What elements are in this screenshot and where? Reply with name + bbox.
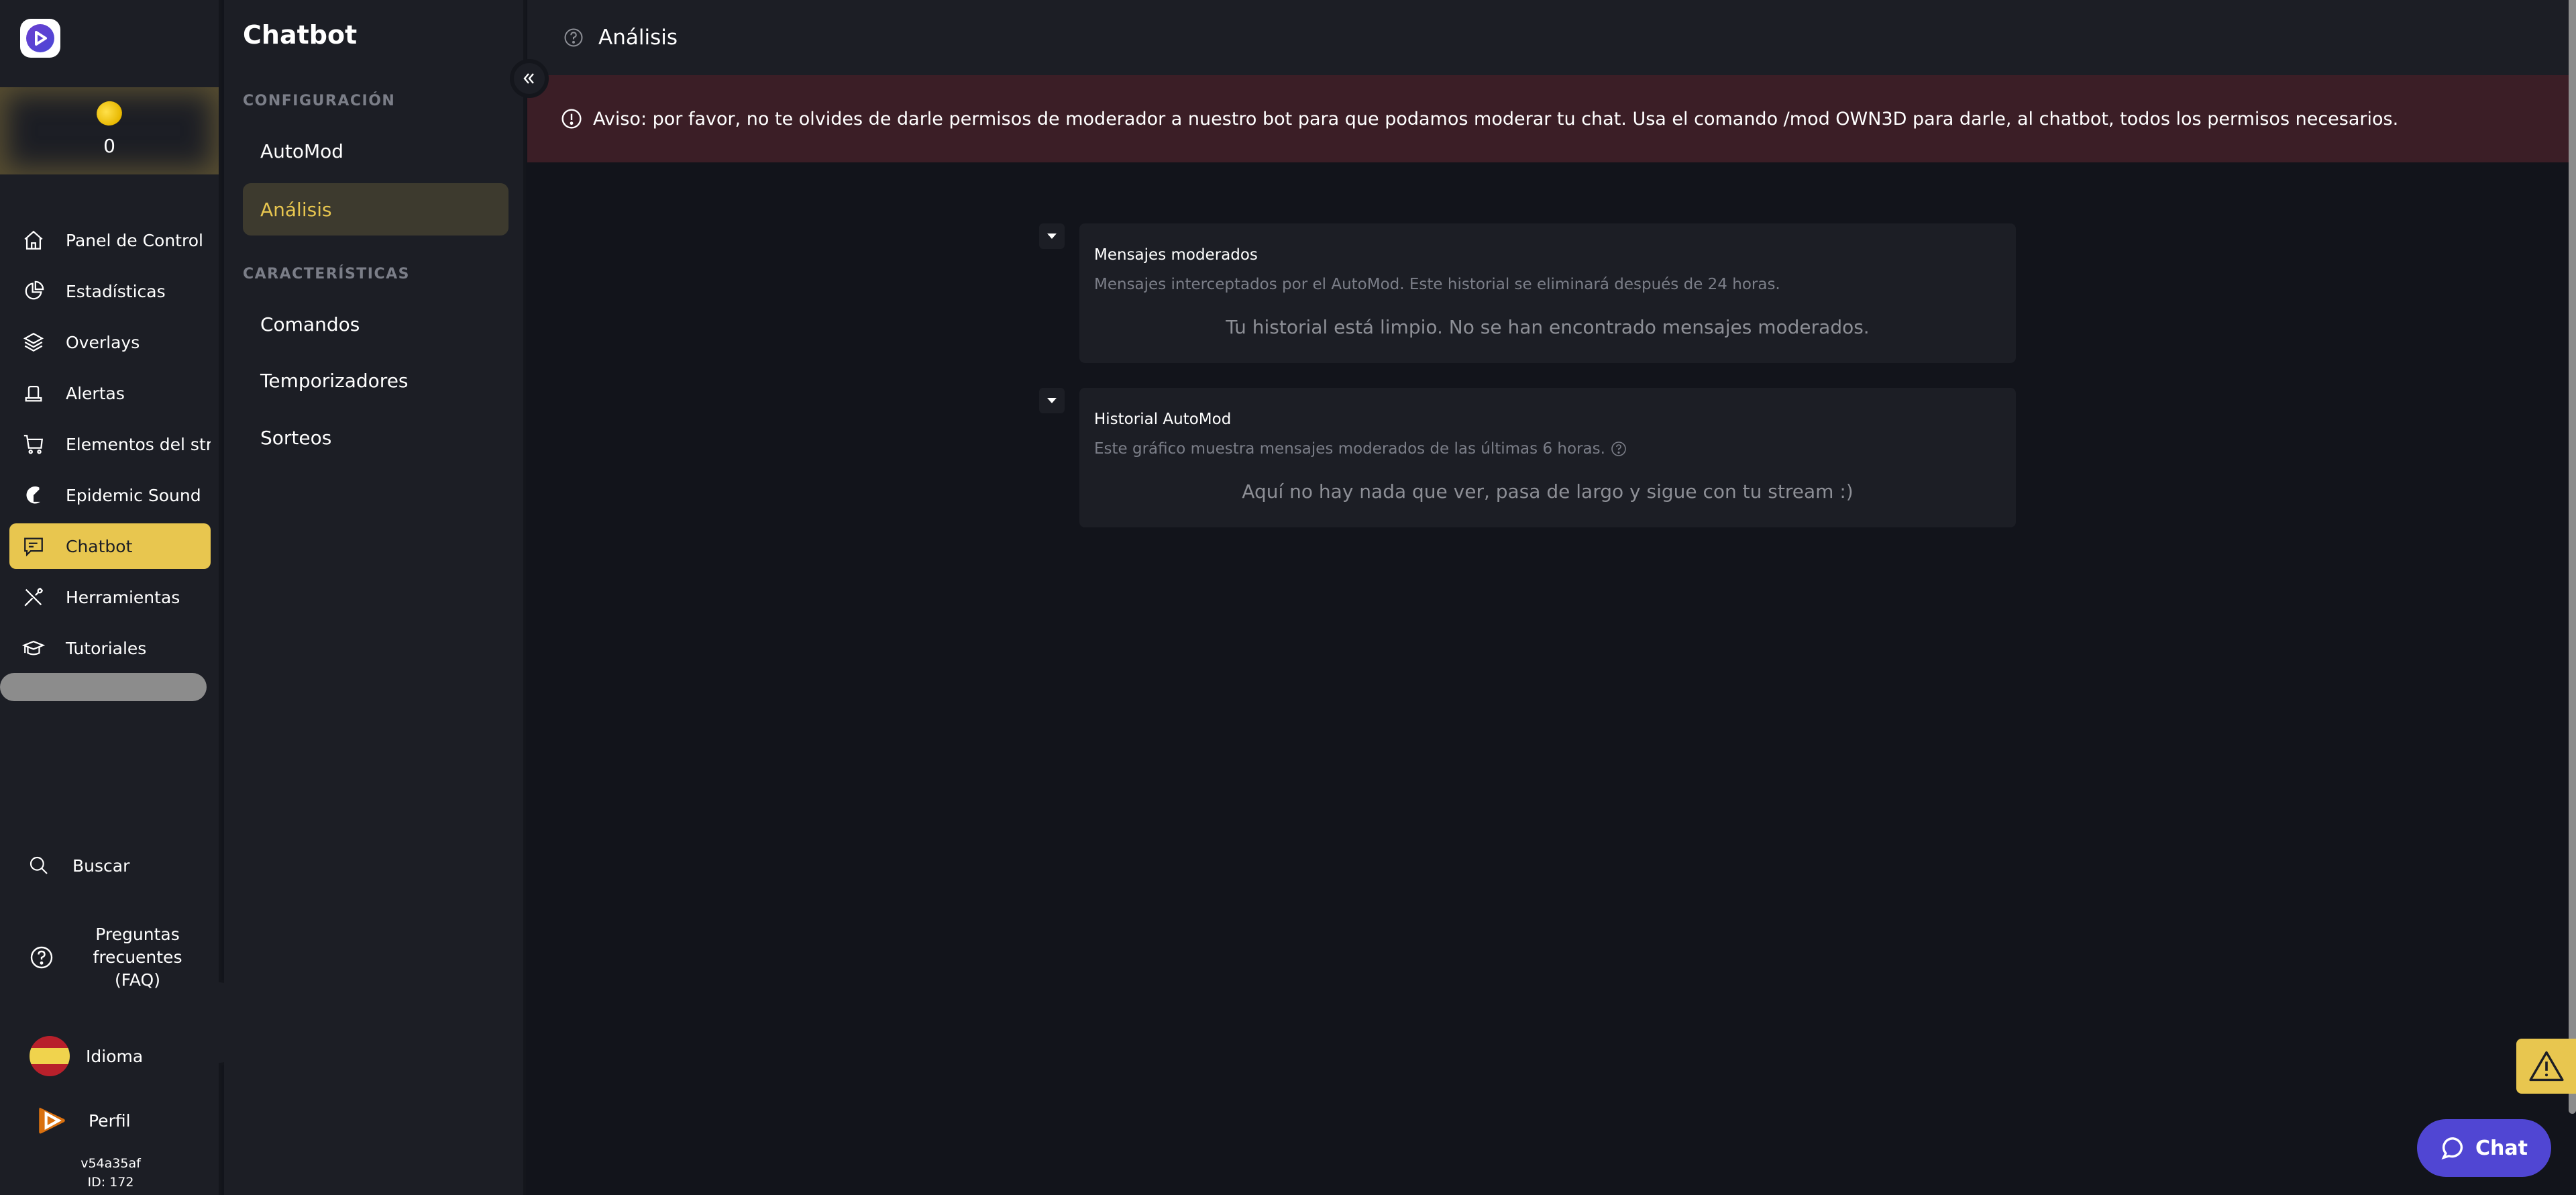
nav-item-alertas[interactable]: Alertas [9,370,211,416]
help-icon[interactable] [1611,441,1627,457]
alert-circle-icon [561,108,582,129]
page-header: Análisis [527,0,2569,75]
chatbot-subsidebar: Chatbot CONFIGURACIÓN AutoMod Análisis C… [224,0,526,1195]
warning-triangle-icon [2528,1051,2564,1082]
page-scrollbar[interactable] [2569,0,2576,1114]
coin-icon [93,98,125,128]
version-info: v54a35af ID: 172 [0,1154,221,1192]
nav-item-epidemic-sound[interactable]: Epidemic Sound [9,472,211,518]
language-label: Idioma [86,1046,144,1066]
chat-message-icon [20,533,47,560]
subsidebar-collapse-button[interactable] [510,59,549,98]
warning-button[interactable] [2516,1039,2576,1094]
home-icon [20,227,47,254]
graduation-cap-icon [20,635,47,662]
warning-banner: Aviso: por favor, no te olvides de darle… [527,75,2569,162]
faq-line: Preguntas [95,925,180,944]
main-nav: Panel de Control Estadísticas Overlays A… [0,217,219,676]
coin-balance[interactable]: 0 [0,87,219,174]
subnav-item-temporizadores[interactable]: Temporizadores [243,354,508,407]
nav-item-overlays[interactable]: Overlays [9,319,211,365]
version-text: v54a35af [80,1156,141,1171]
cart-icon [20,431,47,458]
card-subtitle: Mensajes interceptados por el AutoMod. E… [1094,276,1780,293]
coin-value: 0 [103,134,115,157]
faq-line: (FAQ) [115,970,160,990]
nav-item-tutoriales[interactable]: Tutoriales [9,625,211,671]
nav-label: Tutoriales [66,638,147,658]
nav-item-estadisticas[interactable]: Estadísticas [9,268,211,314]
nav-label: Chatbot [66,536,133,556]
subnav-item-sorteos[interactable]: Sorteos [243,411,508,464]
chat-label: Chat [2475,1136,2528,1160]
nav-label: Epidemic Sound [66,485,201,505]
warning-text: Aviso: por favor, no te olvides de darle… [593,108,2399,129]
collapse-toggle-mensajes-moderados[interactable] [1039,223,1065,249]
main-sidebar: 0 Panel de Control Estadísticas Overlays… [0,0,221,1195]
profile-avatar-icon [35,1104,68,1137]
language-button[interactable]: Idioma [0,1036,219,1076]
nav-label: Elementos del strea [66,434,211,454]
main-content: Análisis Aviso: por favor, no te olvides… [527,0,2569,1195]
search-label: Buscar [72,855,130,876]
nav-label: Estadísticas [66,281,166,301]
empty-state-text: Aquí no hay nada que ver, pasa de largo … [1242,480,1854,503]
double-chevron-left-icon [523,73,534,84]
help-circle-icon [30,945,54,970]
chat-bubble-icon [2441,1137,2463,1160]
chat-button[interactable]: Chat [2417,1119,2551,1177]
nav-item-elementos-del-stream[interactable]: Elementos del strea [9,421,211,467]
profile-label: Perfil [89,1110,131,1131]
faq-button[interactable]: Preguntas frecuentes (FAQ) [0,921,219,994]
faq-line: frecuentes [93,947,182,967]
card-title: Mensajes moderados [1094,246,1258,264]
card-subtitle-text: Este gráfico muestra mensajes moderados … [1094,440,1605,458]
section-label-caracteristicas: CARACTERÍSTICAS [243,266,410,282]
caret-down-icon [1047,233,1057,239]
siren-icon [20,380,47,407]
subsidebar-title: Chatbot [243,20,358,50]
collapse-toggle-historial-automod[interactable] [1039,388,1065,413]
page-title: Análisis [598,25,678,50]
subnav-item-automod[interactable]: AutoMod [243,125,508,177]
nav-item-panel-de-control[interactable]: Panel de Control [9,217,211,263]
tools-icon [20,584,47,611]
nav-item-chatbot[interactable]: Chatbot [9,523,211,569]
epidemic-sound-icon [20,482,47,509]
user-id-text: ID: 172 [87,1175,134,1190]
spain-flag-icon [30,1036,70,1076]
pie-chart-icon [20,278,47,305]
section-label-configuracion: CONFIGURACIÓN [243,93,396,109]
layers-icon [20,329,47,356]
nav-scrollbar[interactable] [0,673,207,701]
own3d-logo-icon[interactable] [20,19,60,58]
card-mensajes-moderados: Mensajes moderados Mensajes interceptado… [1079,223,2016,363]
subnav-item-comandos[interactable]: Comandos [243,298,508,350]
help-icon[interactable] [564,28,584,48]
nav-label: Panel de Control [66,230,203,250]
profile-button[interactable]: Perfil [0,1100,219,1141]
logo-area [0,0,219,86]
card-historial-automod: Historial AutoMod Este gráfico muestra m… [1079,388,2016,527]
empty-state-text: Tu historial está limpio. No se han enco… [1226,316,1870,338]
nav-label: Herramientas [66,587,180,607]
search-icon [28,855,50,876]
faq-label: Preguntas frecuentes (FAQ) [80,923,195,992]
nav-label: Overlays [66,332,140,352]
subnav-item-analisis[interactable]: Análisis [243,183,508,236]
card-subtitle: Este gráfico muestra mensajes moderados … [1094,440,2016,458]
caret-down-icon [1047,398,1057,403]
nav-item-herramientas[interactable]: Herramientas [9,574,211,620]
nav-label: Alertas [66,383,125,403]
card-title: Historial AutoMod [1094,411,1232,428]
search-button[interactable]: Buscar [0,845,219,886]
